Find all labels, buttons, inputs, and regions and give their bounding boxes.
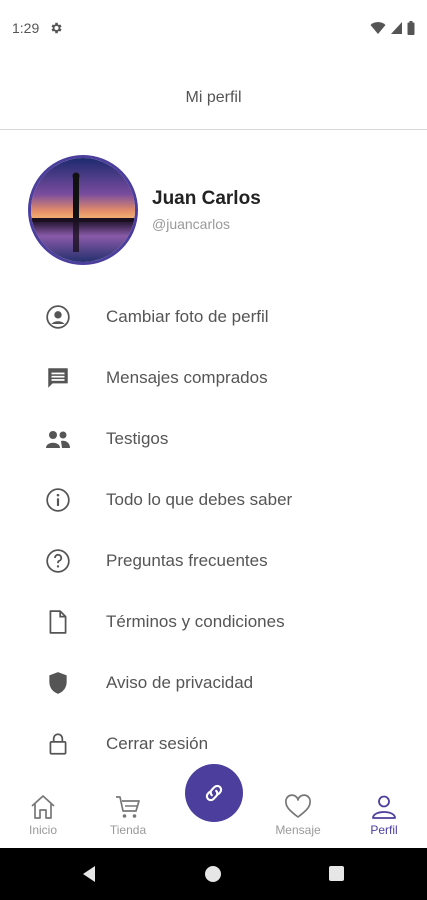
home-button[interactable] [205, 866, 221, 882]
menu-label: Todo lo que debes saber [106, 489, 293, 509]
menu-item-faq[interactable]: Preguntas frecuentes [0, 530, 427, 591]
profile-card: Juan Carlos @juancarlos [28, 155, 261, 265]
menu-label: Términos y condiciones [106, 611, 285, 631]
profile-info: Juan Carlos @juancarlos [152, 188, 261, 232]
shield-icon [44, 669, 72, 697]
nav-label: Inicio [28, 823, 57, 837]
menu-label: Mensajes comprados [106, 367, 268, 387]
system-navigation-bar [0, 848, 427, 900]
people-icon [44, 425, 72, 453]
document-icon [44, 608, 72, 636]
link-icon [205, 784, 223, 802]
menu-item-privacy[interactable]: Aviso de privacidad [0, 652, 427, 713]
status-bar: 1:29 [0, 0, 427, 56]
lock-icon [44, 730, 72, 758]
menu-item-terms[interactable]: Términos y condiciones [0, 591, 427, 652]
profile-name: Juan Carlos [152, 188, 261, 209]
menu-label: Preguntas frecuentes [106, 550, 268, 570]
menu-label: Cerrar sesión [106, 733, 209, 753]
back-icon[interactable] [80, 865, 98, 883]
menu-label: Testigos [106, 428, 169, 448]
settings-gear-icon [51, 22, 62, 34]
help-icon [44, 547, 72, 575]
page-title: Mi perfil [185, 88, 242, 106]
avatar-photo [31, 158, 135, 262]
recents-button[interactable] [329, 866, 344, 881]
nav-tienda[interactable]: Tienda [98, 794, 158, 837]
person-icon [372, 795, 396, 819]
menu-label: Cambiar foto de perfil [106, 306, 269, 326]
app-header: Mi perfil [0, 56, 427, 130]
profile-menu: Cambiar foto de perfil Mensajes comprado… [0, 286, 427, 774]
status-time: 1:29 [12, 20, 40, 36]
menu-label: Aviso de privacidad [106, 672, 254, 692]
wifi-icon [370, 22, 386, 34]
menu-item-witnesses[interactable]: Testigos [0, 408, 427, 469]
home-icon [31, 795, 55, 819]
nav-label: Tienda [109, 823, 147, 837]
message-icon [44, 364, 72, 392]
nav-inicio[interactable]: Inicio [13, 794, 73, 837]
heart-icon [285, 794, 311, 818]
battery-icon [407, 21, 415, 35]
nav-label: Perfil [370, 823, 398, 837]
nav-mensaje[interactable]: Mensaje [268, 794, 328, 837]
menu-item-change-photo[interactable]: Cambiar foto de perfil [0, 286, 427, 347]
signal-icon [391, 22, 402, 34]
profile-handle: @juancarlos [152, 216, 231, 232]
status-indicators [370, 21, 415, 35]
link-fab-button[interactable] [185, 764, 243, 822]
nav-label: Mensaje [275, 823, 321, 837]
menu-item-info[interactable]: Todo lo que debes saber [0, 469, 427, 530]
menu-item-purchased-messages[interactable]: Mensajes comprados [0, 347, 427, 408]
nav-perfil[interactable]: Perfil [354, 794, 414, 837]
info-icon [44, 486, 72, 514]
avatar[interactable] [28, 155, 138, 265]
cart-icon [116, 796, 140, 818]
account-circle-icon [44, 303, 72, 331]
